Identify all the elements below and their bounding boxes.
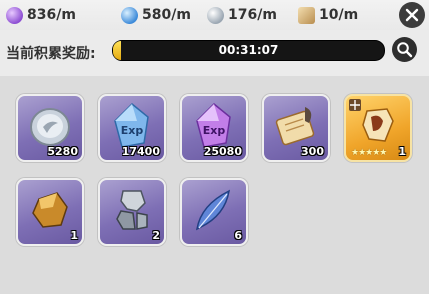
blue-exp-crystal-icon: Exp: [114, 102, 149, 148]
silver-coin-icon: [207, 6, 224, 24]
blue-crystal-icon: [121, 6, 138, 24]
item-slot-silver-ore[interactable]: 2: [98, 178, 166, 246]
rate-value: 10/m: [319, 7, 359, 23]
reward-item-grid: 5280 Exp 17400 Exp 25080 300 ★★★★★ 1 1 2…: [0, 85, 429, 294]
accumulation-progress-bar: 00:31:07: [112, 40, 385, 61]
item-count: 5280: [47, 145, 78, 158]
star-rating: ★★★★★: [351, 148, 387, 158]
item-slot-hero-shard[interactable]: ★★★★★ 1: [344, 94, 412, 162]
accumulated-reward-label: 当前积累奖励:: [6, 46, 96, 62]
silver-coin-icon: [30, 108, 70, 146]
item-count: 1: [398, 145, 406, 158]
item-slot-scroll[interactable]: 300: [262, 94, 330, 162]
search-button[interactable]: [392, 37, 417, 62]
scroll-quill-icon: [275, 107, 315, 146]
amber-stone-icon: [32, 192, 68, 228]
item-slot-blue-exp-crystal[interactable]: Exp 17400: [98, 94, 166, 162]
rate-blue-crystal: 580/m: [121, 5, 191, 25]
blue-feather-icon: [196, 189, 230, 231]
rate-value: 836/m: [27, 7, 76, 23]
rate-purple-gem: 836/m: [6, 5, 76, 25]
item-count: 17400: [121, 145, 160, 158]
rate-value: 176/m: [228, 7, 277, 23]
resource-rate-bar: 836/m 580/m 176/m 10/m: [0, 0, 429, 30]
purple-exp-crystal-icon: Exp: [196, 102, 231, 148]
close-button[interactable]: [399, 2, 425, 28]
item-slot-silver-coin[interactable]: 5280: [16, 94, 84, 162]
purple-gem-icon: [6, 6, 23, 24]
close-icon: [405, 8, 419, 22]
exp-label: Exp: [121, 124, 144, 137]
item-slot-blue-feather[interactable]: 6: [180, 178, 248, 246]
item-count: 300: [301, 145, 324, 158]
item-count: 2: [152, 229, 160, 242]
timer-value: 00:31:07: [218, 43, 279, 57]
item-slot-amber-stone[interactable]: 1: [16, 178, 84, 246]
shard-grid-icon: [349, 99, 361, 111]
scroll-icon: [298, 6, 315, 24]
rate-scroll: 10/m: [298, 5, 358, 25]
accumulated-reward-row: 当前积累奖励: 00:31:07: [0, 30, 429, 76]
rate-value: 580/m: [142, 7, 191, 23]
magnifier-icon: [397, 42, 413, 58]
item-count: 25080: [203, 145, 242, 158]
rate-silver-coin: 176/m: [207, 5, 277, 25]
item-slot-purple-exp-crystal[interactable]: Exp 25080: [180, 94, 248, 162]
item-count: 6: [234, 229, 242, 242]
silver-ore-icon: [116, 190, 148, 230]
exp-label: Exp: [203, 124, 226, 137]
item-count: 1: [70, 229, 78, 242]
